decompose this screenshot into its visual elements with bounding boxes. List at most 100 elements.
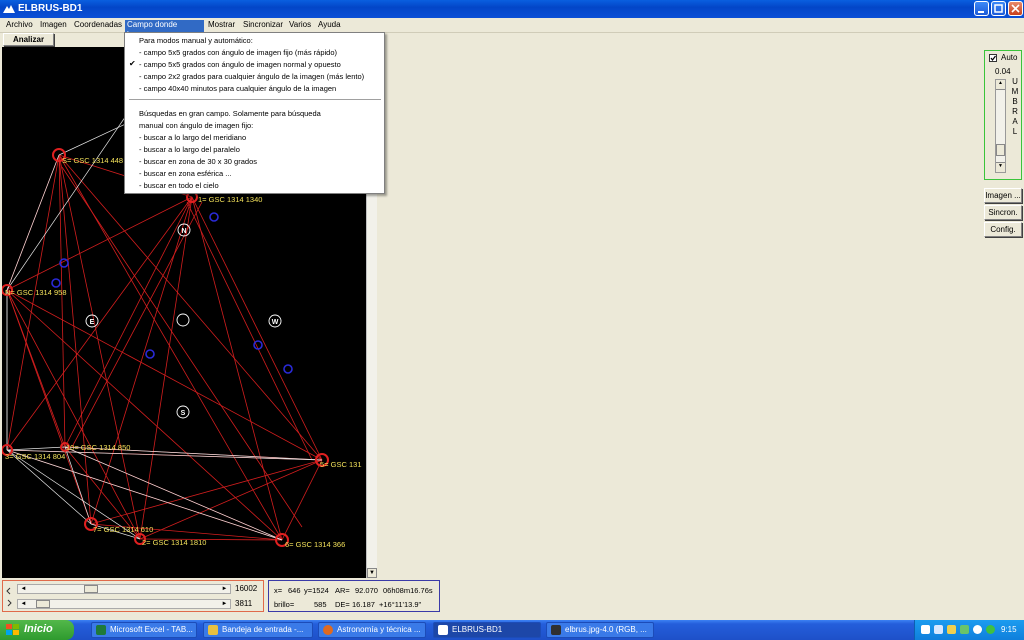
- option-parallel[interactable]: - buscar a lo largo del paralelo: [139, 145, 240, 154]
- menu-imagen[interactable]: Imagen: [38, 20, 69, 32]
- task-gimp[interactable]: elbrus.jpg-4.0 (RGB, ...: [546, 622, 654, 638]
- auto-checkbox[interactable]: [989, 54, 997, 62]
- tray-icon-3[interactable]: [947, 625, 956, 634]
- x-value: 646: [288, 586, 301, 595]
- imagen-button[interactable]: Imagen ...: [984, 188, 1022, 203]
- menu-coordenadas[interactable]: Coordenadas: [72, 20, 124, 32]
- scroller-1[interactable]: ◄ ►: [17, 584, 231, 594]
- umbral-label: U M B R A L: [1011, 77, 1019, 136]
- maximize-icon: [994, 4, 1003, 13]
- menu-ayuda[interactable]: Ayuda: [316, 20, 343, 32]
- star-label: 6= GSC 1314 366: [285, 540, 345, 549]
- windows-logo-icon: [6, 624, 19, 635]
- red-stars: [2, 148, 329, 547]
- task-inbox[interactable]: Bandeja de entrada -...: [203, 622, 313, 638]
- maximize-button[interactable]: [991, 1, 1006, 16]
- star-label: N= GSC 1314 958: [5, 288, 67, 297]
- slider-up-icon[interactable]: ▲: [996, 80, 1005, 90]
- star-label: 1= GSC 1314 1340: [198, 195, 262, 204]
- ar-hms: 06h08m16.76s: [383, 586, 433, 595]
- star-label: 2= GSC 1314 1810: [142, 538, 206, 547]
- coordinates-panel: x= 646 y=1524 AR= 92.070 06h08m16.76s br…: [268, 580, 440, 612]
- sincron-button[interactable]: Sincron.: [984, 205, 1022, 220]
- option-meridian[interactable]: - buscar a lo largo del meridiano: [139, 133, 246, 142]
- taskbar: Inicio Microsoft Excel - TAB... Bandeja …: [0, 620, 1024, 640]
- system-tray: 9:15: [914, 620, 1024, 640]
- de-dms: +16°11'13.9": [379, 600, 422, 609]
- task-excel[interactable]: Microsoft Excel - TAB...: [91, 622, 197, 638]
- compass-west: W: [272, 319, 279, 326]
- star-label: 5= GSC 131: [320, 460, 361, 469]
- mail-icon: [208, 625, 218, 635]
- tray-icon-1[interactable]: [921, 625, 930, 634]
- scroller-2-thumb[interactable]: [36, 600, 50, 608]
- dropdown-header-wide-line1: Búsquedas en gran campo. Solamente para …: [139, 109, 321, 118]
- tray-icon-6[interactable]: [986, 625, 995, 634]
- scroll-left-icon[interactable]: ◄: [19, 585, 28, 593]
- option-whole-sky[interactable]: - buscar en todo el cielo: [139, 181, 219, 190]
- menu-mostrar[interactable]: Mostrar: [206, 20, 237, 32]
- de-label: DE=: [335, 600, 350, 609]
- option-2x2-any-angle[interactable]: - campo 2x2 grados para cualquier ángulo…: [139, 72, 364, 81]
- tray-icon-5[interactable]: [973, 625, 982, 634]
- star-label: 7= GSC 1314 610: [93, 525, 153, 534]
- menu-sincronizar[interactable]: Sincronizar: [241, 20, 285, 32]
- start-button[interactable]: Inicio: [0, 620, 74, 640]
- scroll-left-icon[interactable]: ◄: [19, 600, 28, 608]
- brillo-label: brillo=: [274, 600, 295, 609]
- auto-label: Auto: [1001, 53, 1018, 62]
- campo-dropdown-menu: Para modos manual y automático: - campo …: [124, 32, 385, 194]
- minimize-button[interactable]: [974, 1, 989, 16]
- dropdown-header-wide-line2: manual con ángulo de imagen fijo:: [139, 121, 254, 130]
- tray-icon-2[interactable]: [934, 625, 943, 634]
- menu-archivo[interactable]: Archivo: [4, 20, 35, 32]
- option-zone-30x30[interactable]: - buscar en zona de 30 x 30 grados: [139, 157, 257, 166]
- scroller-2[interactable]: ◄ ►: [17, 599, 231, 609]
- checkmark-icon: ✔: [129, 59, 136, 68]
- clock[interactable]: 9:15: [1001, 625, 1017, 634]
- stepper-icon[interactable]: [5, 586, 13, 608]
- window-title: ELBRUS-BD1: [18, 3, 83, 14]
- scroller-1-thumb[interactable]: [84, 585, 98, 593]
- elbrus-icon: [438, 625, 448, 635]
- dropdown-header-modes: Para modos manual y automático:: [139, 36, 253, 45]
- slider-thumb[interactable]: [996, 144, 1005, 156]
- ar-value: 92.070: [355, 586, 378, 595]
- image-editor-icon: [551, 625, 561, 635]
- star-label: 3= GSC 1314 804: [5, 452, 65, 461]
- menu-bar: Archivo Imagen Coordenadas Campo donde b…: [0, 18, 1024, 39]
- app-icon: [3, 5, 15, 13]
- excel-icon: [96, 625, 106, 635]
- scroller-1-value: 16002: [235, 584, 258, 593]
- match-lines-red: [6, 154, 323, 541]
- threshold-value: 0.04: [995, 67, 1011, 76]
- ar-label: AR=: [335, 586, 350, 595]
- scroll-down-icon[interactable]: ▼: [367, 568, 377, 578]
- x-label: x=: [274, 586, 283, 595]
- menu-varios[interactable]: Varios: [287, 20, 313, 32]
- scroll-right-icon[interactable]: ►: [220, 600, 229, 608]
- task-elbrus[interactable]: ELBRUS-BD1: [433, 622, 541, 638]
- brillo-value: 585: [314, 600, 327, 609]
- y-value: y=1524: [304, 586, 329, 595]
- compass-east: E: [90, 319, 95, 326]
- scroller-panel: ◄ ► 16002 ◄ ► 3811: [2, 580, 264, 612]
- option-5x5-fixed[interactable]: - campo 5x5 grados con ángulo de imagen …: [139, 48, 337, 57]
- option-5x5-normal-opposite[interactable]: - campo 5x5 grados con ángulo de imagen …: [139, 60, 341, 69]
- config-button[interactable]: Config.: [984, 222, 1022, 237]
- option-spherical-zone[interactable]: - buscar en zona esférica ...: [139, 169, 232, 178]
- menu-campo-donde-buscar[interactable]: Campo donde buscar: [125, 20, 204, 39]
- compass-south: S: [181, 410, 186, 417]
- start-label: Inicio: [24, 623, 53, 635]
- de-value: 16.187: [352, 600, 375, 609]
- close-button[interactable]: [1008, 1, 1023, 16]
- menu-separator: [129, 99, 381, 101]
- minimize-icon: [978, 11, 984, 13]
- slider-down-icon[interactable]: ▼: [996, 162, 1005, 172]
- task-browser[interactable]: Astronomía y técnica ...: [318, 622, 426, 638]
- option-40x40-any-angle[interactable]: - campo 40x40 minutos para cualquier áng…: [139, 84, 336, 93]
- scroll-right-icon[interactable]: ►: [220, 585, 229, 593]
- tray-icon-4[interactable]: [960, 625, 969, 634]
- analyze-button[interactable]: Analizar: [3, 33, 54, 46]
- threshold-slider[interactable]: ▲ ▼: [995, 79, 1006, 173]
